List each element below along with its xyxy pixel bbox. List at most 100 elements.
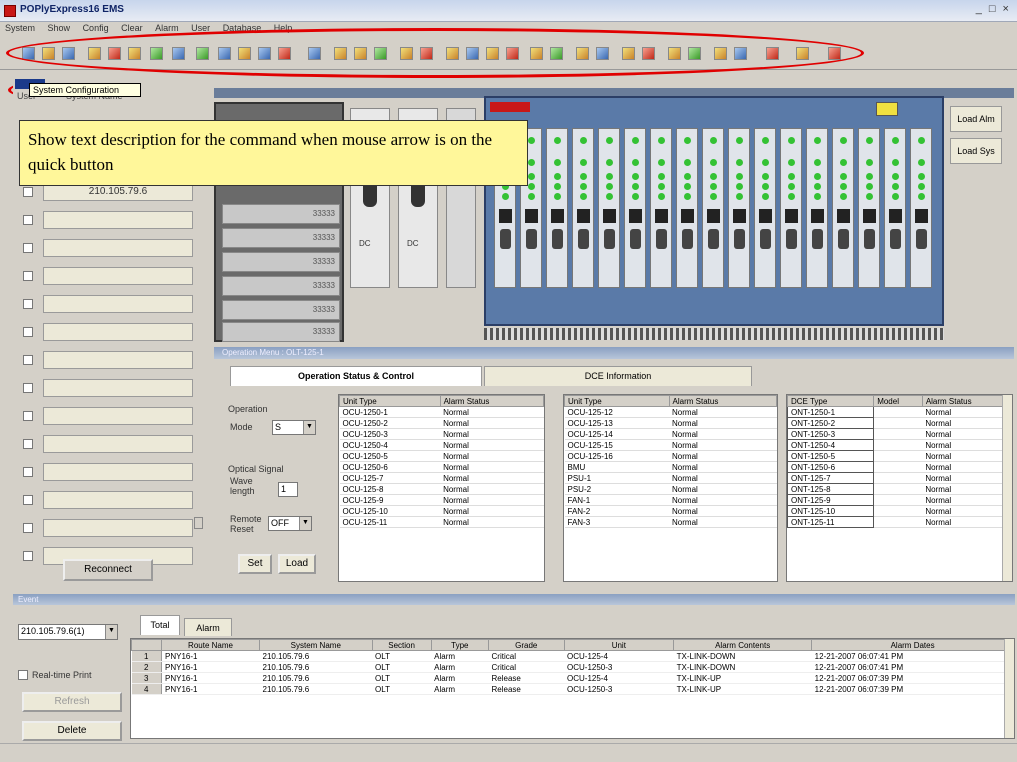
table-row[interactable]: ONT-125-10 Normal bbox=[786, 505, 1012, 517]
system-checkbox[interactable] bbox=[23, 495, 33, 505]
table-row[interactable]: FAN-3 Normal bbox=[564, 516, 777, 528]
system-name-field[interactable] bbox=[43, 491, 193, 509]
table-row[interactable]: OCU-125-8 Normal bbox=[339, 483, 544, 495]
line-card[interactable] bbox=[572, 128, 594, 288]
shelf-slot[interactable]: 33333 bbox=[222, 252, 340, 272]
alarm-status-header[interactable]: Alarm Status bbox=[439, 395, 545, 407]
tab-operation-status[interactable]: Operation Status & Control bbox=[230, 366, 482, 386]
event-system-select[interactable]: 210.105.79.6(1) ▼ bbox=[18, 624, 118, 640]
shelf-slot[interactable]: 33333 bbox=[222, 228, 340, 248]
grade-header[interactable]: Grade bbox=[488, 639, 565, 651]
table-row[interactable]: ONT-1250-1 Normal bbox=[786, 406, 1012, 418]
shelf-slot[interactable]: 33333 bbox=[222, 322, 340, 342]
shelf-slot[interactable]: 33333 bbox=[222, 300, 340, 320]
system-checkbox[interactable] bbox=[23, 467, 33, 477]
system-name-field[interactable] bbox=[43, 407, 193, 425]
mode-select[interactable]: S ▼ bbox=[272, 420, 316, 435]
table-row[interactable]: OCU-125-16 Normal bbox=[564, 450, 777, 462]
line-card[interactable] bbox=[702, 128, 724, 288]
system-name-field[interactable] bbox=[43, 211, 193, 229]
system-checkbox[interactable] bbox=[23, 439, 33, 449]
table-row[interactable]: OCU-125-9 Normal bbox=[339, 494, 544, 506]
alarm-status-header[interactable]: Alarm Status bbox=[921, 395, 1013, 407]
table-row[interactable]: ONT-1250-3 Normal bbox=[786, 428, 1012, 440]
dce-table-scrollbar[interactable] bbox=[1002, 395, 1012, 581]
refresh-button[interactable]: Refresh bbox=[22, 692, 122, 712]
table-row[interactable]: OCU-125-14 Normal bbox=[564, 428, 777, 440]
system-name-field[interactable] bbox=[43, 379, 193, 397]
table-row[interactable]: OCU-1250-4 Normal bbox=[339, 439, 544, 451]
reconnect-button[interactable]: Reconnect bbox=[63, 559, 153, 581]
wave-length-input[interactable]: 1 bbox=[278, 482, 298, 497]
unit-type-header[interactable]: Unit Type bbox=[339, 395, 441, 407]
line-card[interactable] bbox=[728, 128, 750, 288]
shelf-slot[interactable]: 33333 bbox=[222, 204, 340, 224]
table-row[interactable]: OCU-125-11 Normal bbox=[339, 516, 544, 528]
system-name-field[interactable] bbox=[43, 519, 193, 537]
unit-type-header[interactable]: Unit Type bbox=[564, 395, 670, 407]
window-controls[interactable]: _ □ × bbox=[976, 3, 1011, 15]
system-checkbox[interactable] bbox=[23, 383, 33, 393]
line-card[interactable] bbox=[650, 128, 672, 288]
table-row[interactable]: OCU-125-15 Normal bbox=[564, 439, 777, 451]
table-row[interactable]: OCU-1250-5 Normal bbox=[339, 450, 544, 462]
event-row[interactable]: 2 PNY16-1 210.105.79.6 OLT Alarm Critical OCU-… bbox=[131, 661, 1014, 673]
menu-show[interactable]: Show bbox=[43, 22, 76, 34]
table-row[interactable]: ONT-1250-2 Normal bbox=[786, 417, 1012, 429]
system-name-field[interactable] bbox=[43, 267, 193, 285]
shelf-slot[interactable]: 33333 bbox=[222, 276, 340, 296]
event-row[interactable]: 3 PNY16-1 210.105.79.6 OLT Alarm Release OCU-1… bbox=[131, 672, 1014, 684]
system-name-field[interactable] bbox=[43, 295, 193, 313]
line-card[interactable] bbox=[858, 128, 880, 288]
system-name-header[interactable]: System Name bbox=[259, 639, 373, 651]
system-checkbox[interactable] bbox=[23, 243, 33, 253]
menu-config[interactable]: Config bbox=[78, 22, 114, 34]
table-row[interactable]: PSU-1 Normal bbox=[564, 472, 777, 484]
event-table-scrollbar[interactable] bbox=[1004, 639, 1014, 738]
line-card[interactable] bbox=[624, 128, 646, 288]
tab-total[interactable]: Total bbox=[140, 615, 180, 635]
table-row[interactable]: OCU-1250-3 Normal bbox=[339, 428, 544, 440]
system-checkbox[interactable] bbox=[23, 355, 33, 365]
line-card[interactable] bbox=[676, 128, 698, 288]
section-header[interactable]: Section bbox=[371, 639, 432, 651]
system-name-field[interactable] bbox=[43, 323, 193, 341]
event-row[interactable]: 4 PNY16-1 210.105.79.6 OLT Alarm Release OCU-1… bbox=[131, 683, 1014, 695]
table-row[interactable]: BMU Normal bbox=[564, 461, 777, 473]
delete-button[interactable]: Delete bbox=[22, 721, 122, 741]
table-row[interactable]: OCU-125-13 Normal bbox=[564, 417, 777, 429]
table-row[interactable]: FAN-1 Normal bbox=[564, 494, 777, 506]
load-system-button[interactable]: Load Sys bbox=[950, 138, 1002, 164]
unit-header[interactable]: Unit bbox=[563, 639, 675, 651]
menu-system[interactable]: System bbox=[0, 22, 40, 34]
system-name-field[interactable] bbox=[43, 435, 193, 453]
system-checkbox[interactable] bbox=[23, 551, 33, 561]
system-name-field[interactable] bbox=[43, 239, 193, 257]
line-card[interactable] bbox=[806, 128, 828, 288]
table-row[interactable]: FAN-2 Normal bbox=[564, 505, 777, 517]
line-card[interactable] bbox=[546, 128, 568, 288]
system-checkbox[interactable] bbox=[23, 299, 33, 309]
system-name-field[interactable] bbox=[43, 463, 193, 481]
table-row[interactable]: OCU-125-7 Normal bbox=[339, 472, 544, 484]
alarm-status-header[interactable]: Alarm Status bbox=[668, 395, 778, 407]
menu-clear[interactable]: Clear bbox=[116, 22, 148, 34]
table-row[interactable]: ONT-125-7 Normal bbox=[786, 472, 1012, 484]
table-row[interactable]: ONT-125-11 Normal bbox=[786, 516, 1012, 528]
event-row[interactable]: 1 PNY16-1 210.105.79.6 OLT Alarm Critical OCU-… bbox=[131, 650, 1014, 662]
system-checkbox[interactable] bbox=[23, 411, 33, 421]
table-row[interactable]: ONT-1250-4 Normal bbox=[786, 439, 1012, 451]
table-row[interactable]: ONT-125-9 Normal bbox=[786, 494, 1012, 506]
load-alarm-button[interactable]: Load Alm bbox=[950, 106, 1002, 132]
table-row[interactable]: ONT-1250-5 Normal bbox=[786, 450, 1012, 462]
route-name-header[interactable]: Route Name bbox=[160, 639, 261, 651]
line-card[interactable] bbox=[780, 128, 802, 288]
system-checkbox[interactable] bbox=[23, 523, 33, 533]
table-row[interactable]: PSU-2 Normal bbox=[564, 483, 777, 495]
tab-alarm[interactable]: Alarm bbox=[184, 618, 232, 636]
realtime-print-checkbox[interactable] bbox=[18, 670, 28, 680]
line-card[interactable] bbox=[910, 128, 932, 288]
line-card[interactable] bbox=[754, 128, 776, 288]
table-row[interactable]: ONT-1250-6 Normal bbox=[786, 461, 1012, 473]
line-card[interactable] bbox=[598, 128, 620, 288]
